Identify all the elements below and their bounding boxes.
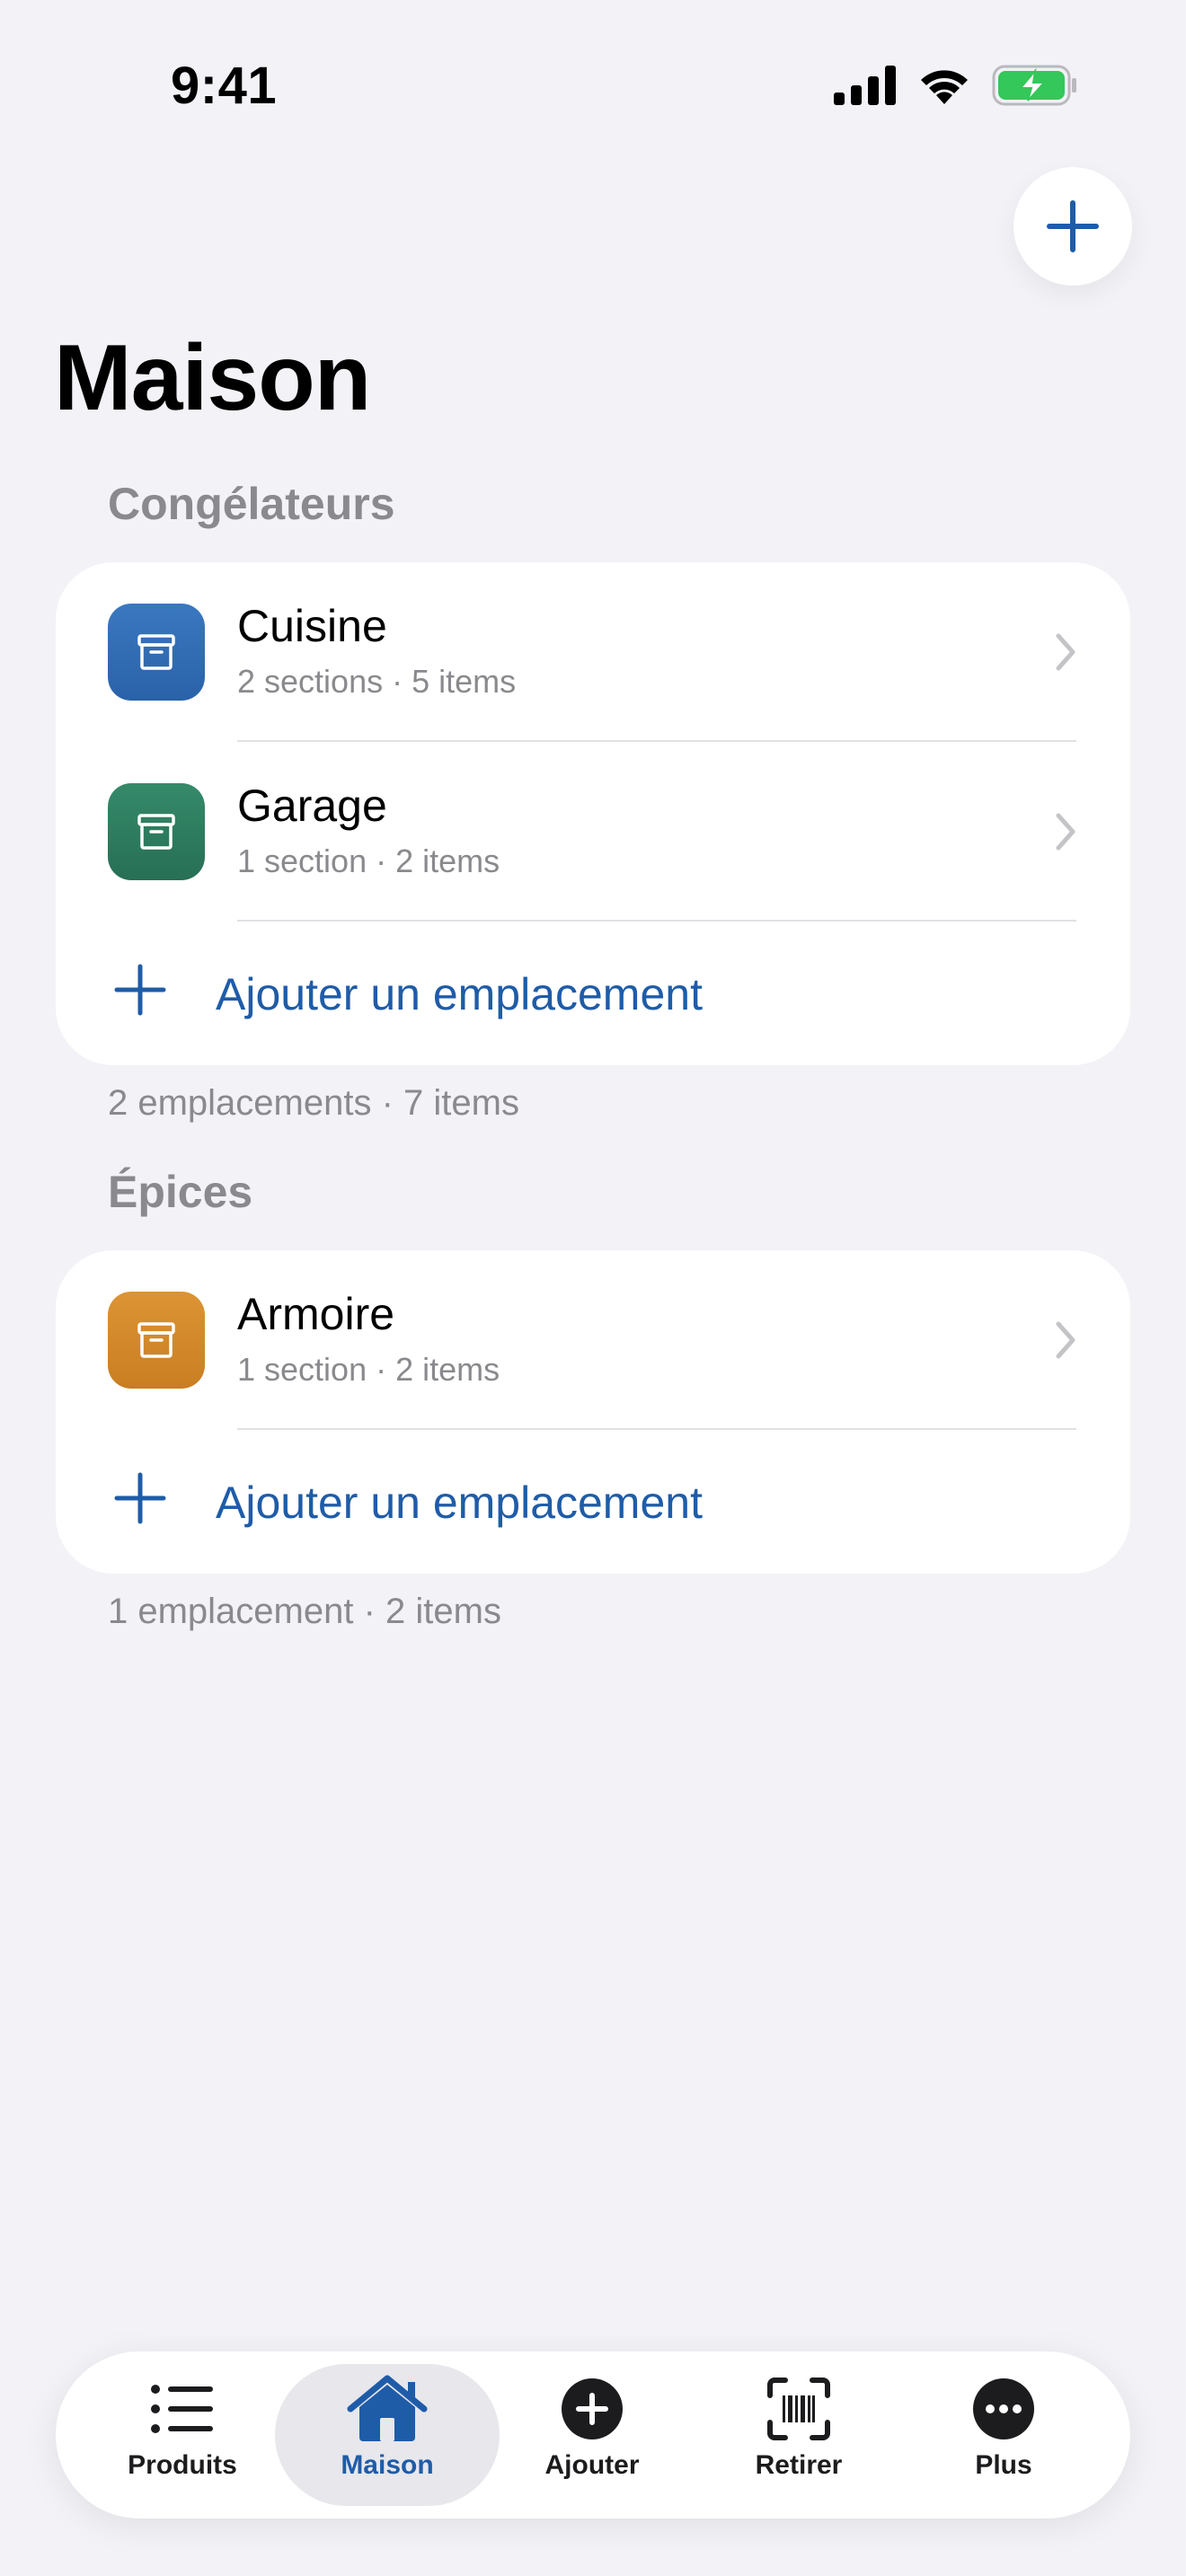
add-button[interactable] xyxy=(1013,167,1132,286)
archive-box-icon xyxy=(108,1292,205,1389)
chevron-right-icon xyxy=(1056,633,1075,671)
tab-label: Maison xyxy=(341,2450,434,2480)
tab-label: Ajouter xyxy=(544,2450,640,2480)
plus-icon xyxy=(1047,200,1099,252)
tab-ajouter[interactable]: Ajouter xyxy=(480,2364,704,2506)
house-icon xyxy=(347,2375,428,2441)
plus-circle-icon xyxy=(562,2378,623,2439)
plus-icon xyxy=(114,964,166,1016)
location-subtitle: 2 sections · 5 items xyxy=(237,663,517,700)
tab-maison[interactable]: Maison xyxy=(275,2364,500,2506)
section-card-freezers: Cuisine 2 sections · 5 items Garage 1 se… xyxy=(56,562,1130,1065)
section-header-freezers: Congélateurs xyxy=(108,479,395,529)
tab-label: Produits xyxy=(128,2450,237,2480)
add-location-button[interactable]: Ajouter un emplacement xyxy=(56,922,1130,1065)
section-footer-freezers: 2 emplacements · 7 items xyxy=(108,1083,519,1123)
archive-box-icon xyxy=(108,783,205,880)
more-circle-icon xyxy=(973,2378,1034,2439)
section-footer-spices: 1 emplacement · 2 items xyxy=(108,1592,501,1631)
archive-box-icon xyxy=(108,604,205,701)
cellular-signal-icon xyxy=(834,66,896,105)
list-icon xyxy=(151,2385,213,2433)
section-header-spices: Épices xyxy=(108,1167,253,1217)
tab-plus[interactable]: Plus xyxy=(891,2364,1116,2506)
plus-icon xyxy=(114,1472,166,1524)
add-location-label: Ajouter un emplacement xyxy=(216,1478,703,1528)
section-card-spices: Armoire 1 section · 2 items Ajouter un e… xyxy=(56,1250,1130,1574)
location-title: Cuisine xyxy=(237,601,387,651)
tab-produits[interactable]: Produits xyxy=(70,2364,295,2506)
status-time: 9:41 xyxy=(171,57,278,115)
location-row-cuisine[interactable]: Cuisine 2 sections · 5 items xyxy=(56,562,1130,742)
add-location-label: Ajouter un emplacement xyxy=(216,969,703,1019)
location-subtitle: 1 section · 2 items xyxy=(237,842,500,879)
page-title: Maison xyxy=(54,326,371,430)
location-row-armoire[interactable]: Armoire 1 section · 2 items xyxy=(56,1250,1130,1430)
status-icons xyxy=(834,65,1078,106)
tab-bar: Produits Maison Ajouter Retirer Plus xyxy=(56,2351,1130,2519)
chevron-right-icon xyxy=(1056,813,1075,851)
tab-label: Retirer xyxy=(755,2450,843,2480)
wifi-icon xyxy=(921,70,968,104)
location-row-garage[interactable]: Garage 1 section · 2 items xyxy=(56,742,1130,922)
location-subtitle: 1 section · 2 items xyxy=(237,1351,500,1388)
barcode-scan-icon xyxy=(767,2378,830,2440)
add-location-button[interactable]: Ajouter un emplacement xyxy=(56,1430,1130,1574)
battery-charging-icon xyxy=(992,65,1076,106)
chevron-right-icon xyxy=(1056,1321,1075,1359)
location-title: Garage xyxy=(237,781,387,831)
tab-retirer[interactable]: Retirer xyxy=(686,2364,911,2506)
tab-label: Plus xyxy=(975,2450,1032,2480)
screen: 9:41 Maison Congélateurs Cuisine 2 secti… xyxy=(0,0,1186,2576)
location-title: Armoire xyxy=(237,1289,395,1339)
